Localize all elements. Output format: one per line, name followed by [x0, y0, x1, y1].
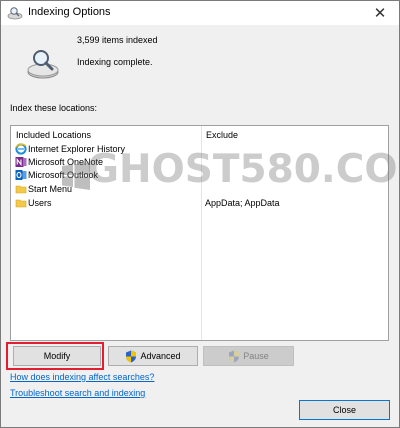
close-button[interactable]: Close	[299, 400, 390, 420]
uac-shield-icon	[126, 350, 137, 362]
pause-button-label: Pause	[243, 351, 269, 361]
items-indexed-count: 3,599 items indexed	[77, 35, 158, 45]
title-bar: Indexing Options ✕	[1, 1, 399, 25]
indexing-status-icon	[27, 50, 59, 79]
location-name: Start Menu	[28, 184, 73, 194]
location-row-outlook[interactable]: Microsoft Outlook	[11, 169, 388, 182]
location-row-users[interactable]: Users AppData; AppData	[11, 197, 388, 210]
pause-button[interactable]: Pause	[203, 346, 294, 366]
location-row-onenote[interactable]: Microsoft OneNote	[11, 156, 388, 169]
close-button-label: Close	[332, 405, 356, 415]
index-locations-label: Index these locations:	[10, 103, 98, 113]
location-name: Internet Explorer History	[28, 144, 126, 154]
window-title: Indexing Options	[28, 6, 111, 18]
outlook-icon	[15, 170, 27, 180]
location-name: Users	[28, 198, 52, 208]
troubleshoot-search-link[interactable]: Troubleshoot search and indexing	[10, 388, 145, 398]
location-row-ie-history[interactable]: Internet Explorer History	[11, 143, 388, 156]
uac-shield-icon	[229, 350, 240, 362]
location-name: Microsoft OneNote	[28, 157, 104, 167]
locations-list[interactable]: Included Locations Exclude Internet Expl…	[10, 125, 389, 341]
column-header-included[interactable]: Included Locations	[16, 130, 91, 140]
close-icon: ✕	[373, 5, 387, 22]
indexing-status-message: Indexing complete.	[77, 57, 153, 67]
modify-button-label: Modify	[43, 351, 71, 361]
modify-button[interactable]: Modify	[13, 346, 101, 366]
column-header-exclude[interactable]: Exclude	[206, 130, 238, 140]
onenote-icon	[15, 157, 27, 167]
indexing-options-icon	[7, 7, 23, 20]
advanced-button[interactable]: Advanced	[108, 346, 198, 366]
location-row-start-menu[interactable]: Start Menu	[11, 183, 388, 196]
close-window-button[interactable]: ✕	[365, 1, 395, 25]
how-indexing-affects-searches-link[interactable]: How does indexing affect searches?	[10, 372, 154, 382]
folder-icon	[15, 185, 27, 194]
location-exclude: AppData; AppData	[205, 198, 280, 208]
advanced-button-label: Advanced	[140, 351, 181, 361]
folder-icon	[15, 199, 27, 208]
location-name: Microsoft Outlook	[28, 170, 99, 180]
indexing-options-window: Indexing Options ✕ 3,599 items indexed I…	[0, 0, 400, 428]
internet-explorer-icon	[15, 143, 27, 155]
